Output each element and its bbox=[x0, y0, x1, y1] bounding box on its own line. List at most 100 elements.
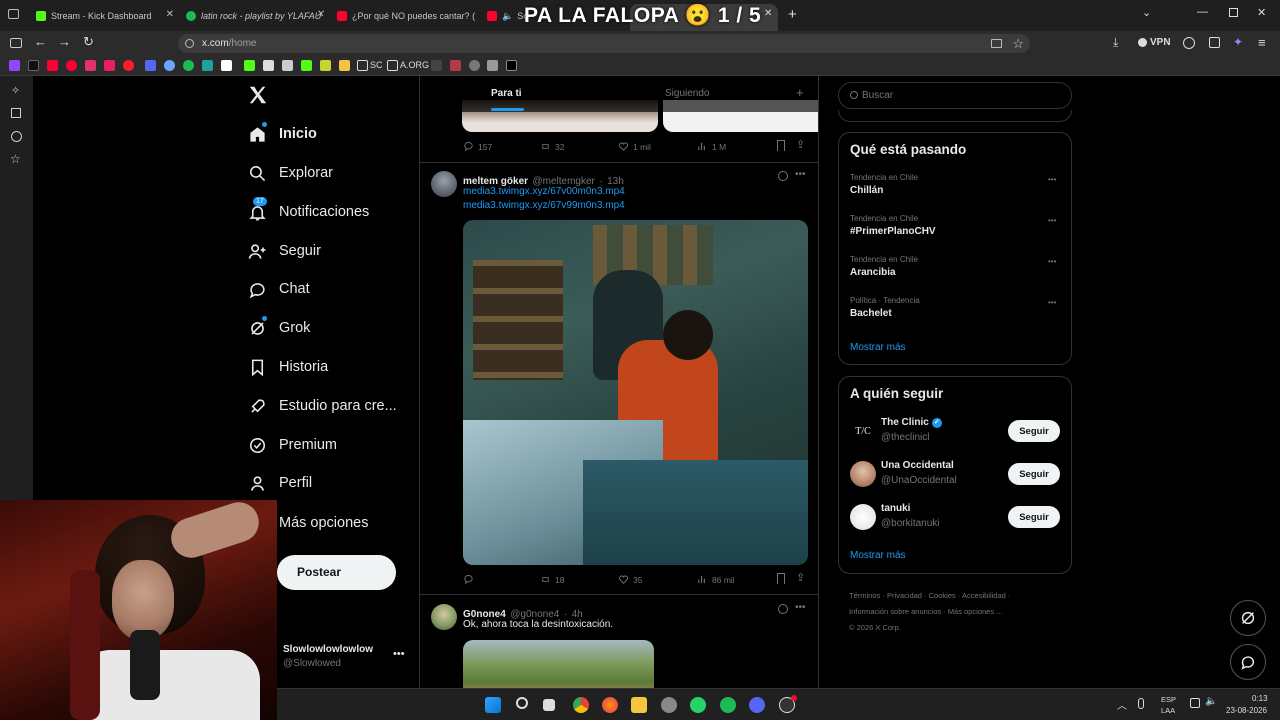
search-input[interactable]: Buscar bbox=[838, 82, 1072, 109]
nav-item-estudio[interactable]: Estudio para cre... bbox=[248, 391, 397, 421]
follow-button[interactable]: Seguir bbox=[1008, 506, 1060, 528]
footer-link[interactable]: Privacidad bbox=[887, 591, 922, 600]
footer-link[interactable]: Términos bbox=[849, 591, 880, 600]
grok-floating-button[interactable] bbox=[1230, 600, 1266, 636]
download-icon[interactable]: ⤓ bbox=[1113, 35, 1118, 50]
tab-siguiendo[interactable]: Siguiendo bbox=[665, 88, 709, 99]
tab-spotify-playlist[interactable]: latin rock - playlist by YLAFAU ✕ bbox=[186, 5, 324, 27]
add-tab-icon[interactable]: + bbox=[796, 85, 804, 100]
discord-icon[interactable] bbox=[749, 697, 765, 713]
tab-youtube-audio[interactable]: 🔈 So bbox=[487, 5, 527, 27]
twitch-icon[interactable] bbox=[9, 60, 20, 71]
show-more-follow[interactable]: Mostrar más bbox=[850, 550, 906, 561]
post-button[interactable]: Postear bbox=[277, 555, 396, 590]
folder-icon[interactable] bbox=[357, 60, 368, 71]
extension-icon[interactable]: ✧ bbox=[11, 84, 20, 97]
site-info-icon[interactable] bbox=[185, 39, 194, 48]
chrome-icon[interactable] bbox=[573, 697, 589, 713]
nav-item-historia[interactable]: Historia bbox=[248, 352, 328, 382]
more-icon[interactable]: ••• bbox=[393, 648, 405, 660]
network-icon[interactable] bbox=[1190, 698, 1200, 708]
language-indicator[interactable]: ESP bbox=[1161, 695, 1176, 704]
tab-para-ti[interactable]: Para ti bbox=[491, 88, 522, 99]
avatar[interactable] bbox=[431, 171, 457, 197]
keyboard-layout[interactable]: LAA bbox=[1161, 706, 1175, 715]
kick-icon[interactable] bbox=[244, 60, 255, 71]
grok-icon[interactable] bbox=[778, 604, 788, 614]
close-window-icon[interactable]: ✕ bbox=[1257, 6, 1266, 19]
trend-item[interactable]: Tendencia en Chile Chillán ••• bbox=[850, 173, 1060, 209]
history-icon[interactable] bbox=[11, 131, 22, 142]
bookmark-folder-aorg[interactable]: A.ORG bbox=[400, 60, 429, 70]
volume-icon[interactable]: 🔈 bbox=[1205, 696, 1217, 707]
trend-item[interactable]: Tendencia en Chile #PrimerPlanoCHV ••• bbox=[850, 214, 1060, 250]
nav-item-inicio[interactable]: Inicio bbox=[248, 119, 317, 149]
footer-link[interactable]: Cookies bbox=[929, 591, 956, 600]
chevron-down-icon[interactable]: ⌄ bbox=[1142, 6, 1151, 19]
like-button[interactable]: 1 mil bbox=[618, 141, 651, 152]
avatar[interactable] bbox=[431, 604, 457, 630]
diamond-icon[interactable] bbox=[263, 60, 274, 71]
chevron-up-icon[interactable]: ︿ bbox=[1117, 697, 1127, 712]
close-tab-icon[interactable]: ✕ bbox=[316, 9, 324, 20]
follow-button[interactable]: Seguir bbox=[1008, 420, 1060, 442]
star-icon[interactable] bbox=[487, 60, 498, 71]
bookmark-star-icon[interactable]: ☆ bbox=[1012, 34, 1024, 53]
nav-item-grok[interactable]: Grok bbox=[248, 313, 310, 343]
address-bar[interactable]: x.com/home ☆ bbox=[178, 34, 1030, 53]
file-explorer-icon[interactable] bbox=[631, 697, 647, 713]
tool-icon[interactable] bbox=[202, 60, 213, 71]
discord-icon[interactable] bbox=[145, 60, 156, 71]
bookmark-icon[interactable] bbox=[777, 573, 785, 584]
follow-button[interactable]: Seguir bbox=[1008, 463, 1060, 485]
trend-item[interactable]: Tendencia en Chile Arancibia ••• bbox=[850, 255, 1060, 291]
views-button[interactable]: 86 mil bbox=[697, 574, 735, 585]
cast-icon[interactable] bbox=[991, 39, 1002, 48]
grid-icon[interactable] bbox=[431, 60, 442, 71]
tab-youtube-video[interactable]: ¿Por qué NO puedes cantar? (s bbox=[337, 5, 475, 27]
aria-icon[interactable]: ✦ bbox=[1233, 35, 1243, 49]
start-icon[interactable] bbox=[485, 697, 501, 713]
x-logo-icon[interactable] bbox=[247, 84, 269, 106]
avatar[interactable]: T/C bbox=[850, 418, 876, 444]
game-icon[interactable] bbox=[221, 60, 232, 71]
close-tab-icon[interactable]: ✕ bbox=[166, 9, 174, 20]
favorites-icon[interactable]: ☆ bbox=[10, 152, 21, 166]
nav-item-notificaciones[interactable]: Notificaciones 17 bbox=[248, 197, 369, 227]
nav-item-explorar[interactable]: Explorar bbox=[248, 158, 333, 188]
close-tab-icon[interactable]: ✕ bbox=[764, 8, 772, 19]
more-icon[interactable]: ••• bbox=[1048, 175, 1056, 184]
trend-item[interactable]: Política · Tendencia Bachelet ••• bbox=[850, 296, 1060, 332]
follow-name[interactable]: tanuki bbox=[881, 503, 910, 514]
microphone-icon[interactable] bbox=[1138, 698, 1144, 709]
new-tab-icon[interactable]: + bbox=[788, 6, 797, 23]
nav-item-perfil[interactable]: Perfil bbox=[248, 468, 312, 498]
footer-link[interactable]: Información sobre anuncios bbox=[849, 607, 941, 616]
show-more-trends[interactable]: Mostrar más bbox=[850, 342, 906, 353]
tweet-link[interactable]: media3.twimgx.xyz/67v99m0n3.mp4 bbox=[463, 200, 625, 211]
views-button[interactable]: 1 M bbox=[697, 141, 726, 152]
grok-icon[interactable] bbox=[778, 171, 788, 181]
tiktok-icon[interactable] bbox=[28, 60, 39, 71]
clock-date[interactable]: 23-08-2026 bbox=[1226, 706, 1267, 715]
reload-icon[interactable]: ↻ bbox=[83, 34, 94, 50]
spotify-icon[interactable] bbox=[720, 697, 736, 713]
vpn-label[interactable]: VPN bbox=[1150, 37, 1171, 48]
tab-kick-dashboard[interactable]: Stream - Kick Dashboard ✕ bbox=[36, 5, 174, 27]
plus-icon[interactable] bbox=[301, 60, 312, 71]
flower-icon[interactable] bbox=[450, 60, 461, 71]
tweet-link[interactable]: media3.twimgx.xyz/67v00m0n3.mp4 bbox=[463, 186, 625, 197]
back-icon[interactable]: ← bbox=[34, 34, 47, 49]
more-icon[interactable]: ••• bbox=[795, 169, 806, 180]
settings-icon[interactable] bbox=[469, 60, 480, 71]
folder-icon[interactable] bbox=[387, 60, 398, 71]
x-logo-icon[interactable] bbox=[506, 60, 517, 71]
reply-button[interactable]: 157 bbox=[463, 141, 492, 152]
footer-link[interactable]: Más opciones ... bbox=[948, 607, 1003, 616]
repost-button[interactable]: 32 bbox=[540, 141, 564, 152]
footer-link[interactable]: Accesibilidad bbox=[962, 591, 1006, 600]
bookmark-folder-sc[interactable]: SC bbox=[370, 60, 383, 70]
sync-icon[interactable] bbox=[164, 60, 175, 71]
search-icon[interactable] bbox=[516, 697, 528, 709]
nav-item-seguir[interactable]: Seguir bbox=[248, 236, 321, 266]
